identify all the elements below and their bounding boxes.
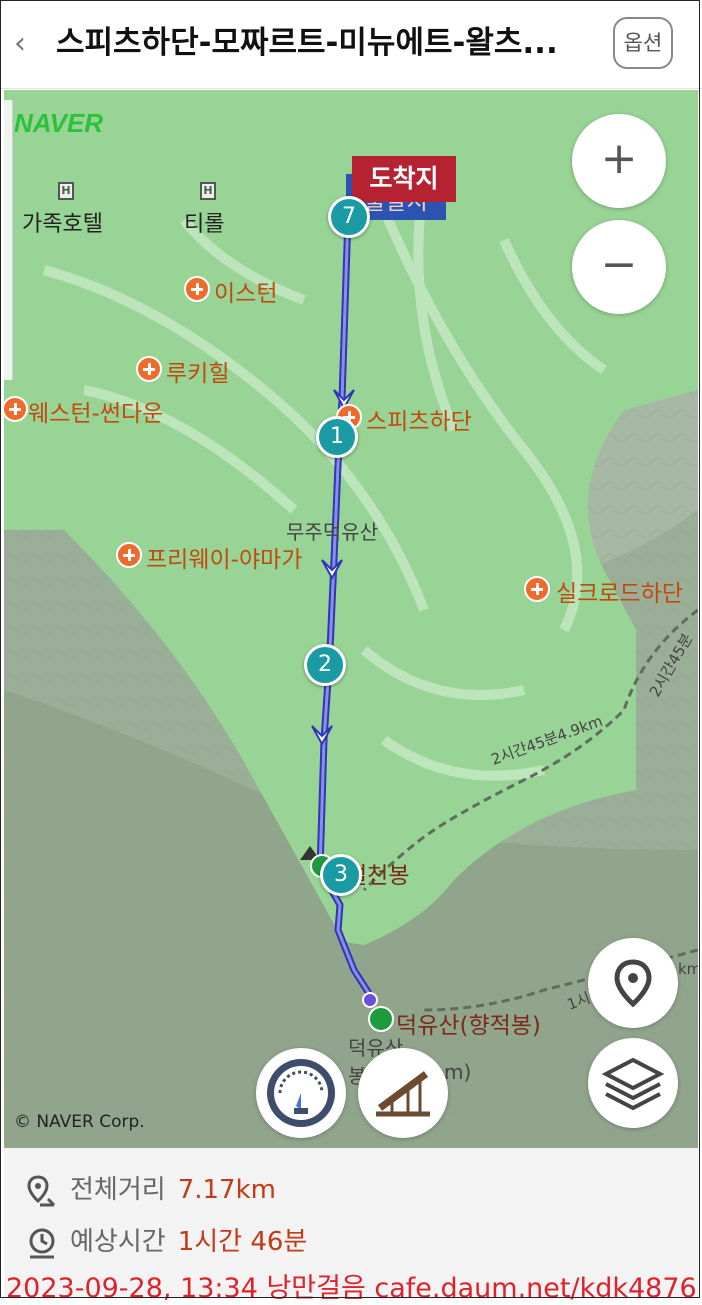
layers-button[interactable]: [588, 1038, 678, 1128]
watermark: 2023-09-28, 13:34 낭만걸음 cafe.daum.net/kdk…: [6, 1273, 697, 1304]
top-bar: ‹ 스피츠하단-모짜르트-미뉴에트-왈츠... 옵션: [0, 0, 702, 89]
trail-label: km: [678, 960, 698, 978]
peak-label: m): [444, 1060, 472, 1084]
waypoint-pin-7[interactable]: 7: [328, 196, 370, 238]
poi-label[interactable]: 루키힐: [166, 354, 229, 388]
map-copyright: © NAVER Corp.: [14, 1112, 145, 1132]
naver-logo: NAVER: [14, 108, 104, 138]
distance-label: 전체거리: [70, 1175, 166, 1205]
waypoint-pin-2[interactable]: 2: [304, 644, 346, 686]
speed-button[interactable]: [256, 1048, 346, 1138]
hotel-label: 티롤: [184, 212, 225, 237]
ski-slope-icon: [184, 276, 210, 302]
location-icon: [614, 959, 652, 1008]
poi-label[interactable]: 스피츠하단: [366, 402, 472, 436]
hotel-icon: H: [58, 182, 74, 200]
time-label: 예상시간: [70, 1227, 166, 1257]
page-title: 스피츠하단-모짜르트-미뉴에트-왈츠...: [56, 25, 558, 61]
zoom-out-button[interactable]: −: [572, 220, 666, 314]
poi-label[interactable]: 웨스턴-썬다운: [28, 394, 163, 428]
options-button[interactable]: 옵션: [613, 17, 673, 69]
slope-icon: [376, 1071, 430, 1117]
zoom-in-button[interactable]: +: [572, 114, 666, 208]
time-value: 1시간 46분: [177, 1227, 308, 1257]
clock-icon: [29, 1228, 55, 1258]
slope-button[interactable]: [358, 1048, 448, 1138]
route-distance-icon: [27, 1174, 56, 1206]
layers-icon: [601, 1057, 665, 1111]
waypoint-pin-1[interactable]: 1: [316, 416, 358, 458]
poi-label[interactable]: 덕유산(향적봉): [396, 1006, 541, 1040]
waypoint-pin-3[interactable]: 3: [320, 854, 362, 896]
destination-flag[interactable]: 도착지: [352, 156, 456, 202]
hotel-icon: H: [200, 182, 216, 200]
ski-slope-icon: [116, 542, 142, 568]
side-handle[interactable]: [4, 100, 13, 380]
speedometer-icon: [267, 1059, 335, 1127]
poi-label[interactable]: 프리웨이-야마가: [146, 540, 302, 574]
distance-row: 전체거리 7.17km: [24, 1170, 276, 1210]
map-view[interactable]: NAVER H 가족호텔 H 티롤 이스턴 루키힐 웨스턴-썬다운 스피츠하단 …: [4, 90, 698, 1148]
distance-value: 7.17km: [177, 1175, 276, 1205]
hotel-label: 가족호텔: [22, 212, 103, 237]
poi-label[interactable]: 실크로드하단: [556, 574, 683, 608]
poi-label[interactable]: 이스턴: [214, 274, 277, 308]
location-button[interactable]: [588, 938, 678, 1028]
time-row: 예상시간 1시간 46분: [24, 1222, 307, 1262]
ski-slope-icon: [524, 576, 550, 602]
mountain-icon: [368, 1006, 394, 1032]
ski-slope-icon: [136, 356, 162, 382]
chevron-left-icon[interactable]: ‹: [8, 22, 32, 66]
